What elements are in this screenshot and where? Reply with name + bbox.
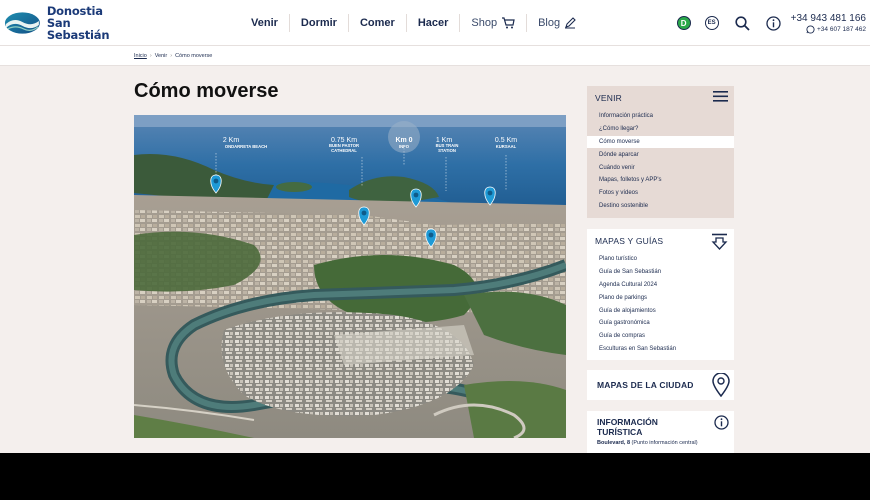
logo-wave-icon	[4, 12, 40, 34]
site-header: Donostia San Sebastián Venir Dormir Come…	[0, 0, 870, 46]
download-icon[interactable]	[711, 233, 728, 250]
whatsapp-icon	[806, 24, 815, 34]
breadcrumb-home[interactable]: Inicio	[134, 53, 147, 59]
sidebar-venir-header[interactable]: VENIR	[587, 86, 734, 110]
sidebar-item-guia-gastronomica[interactable]: Guía gastronómica	[587, 317, 734, 330]
label-cathedral-name2: CATHEDRAL	[331, 148, 357, 153]
nav-venir-label: Venir	[251, 17, 278, 29]
nav-shop[interactable]: Shop	[460, 14, 528, 32]
sidebar-mapas-title: MAPAS Y GUÍAS	[595, 236, 664, 246]
nav-shop-label: Shop	[471, 17, 498, 29]
sidebar-item-informacion-practica[interactable]: Información práctica	[587, 110, 734, 123]
sidebar-item-plano-parkings[interactable]: Plano de parkings	[587, 291, 734, 304]
label-ondarreta-value: 2 Km	[223, 137, 240, 144]
sidebar-item-donde-aparcar[interactable]: Dónde aparcar	[587, 148, 734, 161]
nav-venir[interactable]: Venir	[240, 14, 290, 32]
sidebar-venir-title: VENIR	[595, 93, 622, 103]
sidebar-info-title-line2: TURÍSTICA	[597, 427, 643, 437]
phone-whatsapp-row[interactable]: +34 607 187 462	[791, 24, 866, 34]
breadcrumb-current: Cómo moverse	[175, 52, 213, 59]
sidebar-item-cuando-venir[interactable]: Cuándo venir	[587, 161, 734, 174]
sidebar-mapas-guias: MAPAS Y GUÍAS Plano turístico Guía de Sa…	[587, 229, 734, 360]
info-icon	[765, 15, 781, 31]
sidebar-item-destino-sostenible[interactable]: Destino sostenible	[587, 200, 734, 213]
sidebar-item-guia-compras[interactable]: Guía de compras	[587, 330, 734, 343]
label-info-name: INFO	[399, 144, 410, 149]
label-kursaal-name: KURSAAL	[496, 144, 517, 149]
breadcrumb-separator: ›	[170, 52, 173, 59]
pencil-icon	[565, 17, 576, 29]
nav-comer-label: Comer	[359, 17, 395, 29]
sidebar-item-agenda-cultural[interactable]: Agenda Cultural 2024	[587, 279, 734, 292]
nav-dormir-label: Dormir	[300, 17, 337, 29]
info-button[interactable]	[765, 15, 781, 31]
logo-line2: San Sebastián	[46, 16, 110, 42]
sidebar-item-mapas-folletos[interactable]: Mapas, folletos y APP's	[587, 174, 734, 187]
nav-hacer-label: Hacer	[417, 17, 449, 29]
sidebar-item-como-llegar[interactable]: ¿Cómo llegar?	[587, 123, 734, 136]
nav-blog-label: Blog	[538, 17, 561, 29]
sidebar-info-address-bold: Boulevard, 8	[597, 440, 631, 446]
nav-comer[interactable]: Comer	[349, 14, 407, 32]
label-station-name2: STATION	[438, 148, 456, 153]
info-circle-icon[interactable]	[714, 415, 729, 430]
sidebar-item-plano-turistico[interactable]: Plano turístico	[587, 253, 734, 266]
label-kursaal-value: 0.5 Km	[495, 137, 517, 144]
sidebar-venir-list: Información práctica ¿Cómo llegar? Cómo …	[587, 110, 734, 212]
page-title: Cómo moverse	[134, 80, 279, 102]
aerial-map-image: 2 Km ONDARRETA BEACH 0.75 Km BUEN PASTOR…	[134, 115, 566, 438]
sidebar-venir: VENIR Información práctica ¿Cómo llegar?…	[587, 86, 734, 218]
sidebar-info-title: INFORMACIÓN TURÍSTICA	[597, 417, 658, 437]
phone-contacts: +34 943 481 166 +34 607 187 462	[791, 13, 866, 34]
breadcrumb-section[interactable]: Venir	[155, 53, 168, 59]
lang-d-button[interactable]: D	[676, 16, 691, 30]
search-icon	[735, 15, 750, 31]
sidebar-ciudad-header: MAPAS DE LA CIUDAD	[587, 370, 734, 400]
map-pin-icon	[712, 373, 730, 397]
sidebar-item-guia-alojamientos[interactable]: Guía de alojamientos	[587, 304, 734, 317]
sidebar-mapas-header[interactable]: MAPAS Y GUÍAS	[587, 229, 734, 253]
sidebar-informacion-turistica: INFORMACIÓN TURÍSTICA Boulevard, 8 (Punt…	[587, 411, 734, 453]
cart-icon	[502, 17, 515, 29]
sidebar-info-title-line1: INFORMACIÓN	[597, 417, 658, 427]
sidebar-item-como-moverse[interactable]: Cómo moverse	[587, 135, 734, 149]
sidebar-item-fotos-videos[interactable]: Fotos y vídeos	[587, 187, 734, 200]
nav-dormir[interactable]: Dormir	[290, 14, 349, 32]
hamburger-menu-icon[interactable]	[713, 90, 728, 103]
phone-main[interactable]: +34 943 481 166	[791, 13, 866, 24]
lang-es-button[interactable]: ES	[704, 16, 719, 30]
sidebar-mapas-ciudad[interactable]: MAPAS DE LA CIUDAD	[587, 370, 734, 400]
label-info-value: Km 0	[395, 137, 412, 144]
sidebar-info-address: Boulevard, 8 (Punto información central)	[597, 440, 698, 446]
phone-whatsapp: +34 607 187 462	[817, 25, 866, 33]
aerial-map-svg: 2 Km ONDARRETA BEACH 0.75 Km BUEN PASTOR…	[134, 115, 566, 438]
label-ondarreta-name: ONDARRETA BEACH	[225, 144, 267, 149]
sidebar-item-guia-san-sebastian[interactable]: Guía de San Sebastián	[587, 266, 734, 279]
main-nav: Venir Dormir Comer Hacer Shop Blog	[240, 12, 587, 34]
header-tools: D ES +34 943 481 166 +34 607 187 462	[676, 6, 870, 40]
search-button[interactable]	[735, 15, 750, 31]
breadcrumb-separator: ›	[149, 52, 152, 59]
bottom-black-band	[0, 453, 870, 500]
sidebar-item-esculturas[interactable]: Esculturas en San Sebastián	[587, 343, 734, 356]
nav-blog[interactable]: Blog	[527, 14, 587, 32]
sidebar-ciudad-title: MAPAS DE LA CIUDAD	[597, 380, 694, 390]
sidebar-mapas-list: Plano turístico Guía de San Sebastián Ag…	[587, 253, 734, 355]
site-logo[interactable]: Donostia San Sebastián	[4, 5, 134, 42]
sidebar-info-address-rest: (Punto información central)	[630, 440, 698, 446]
nav-hacer[interactable]: Hacer	[407, 14, 461, 32]
breadcrumb: Inicio › Venir › Cómo moverse	[0, 46, 870, 66]
